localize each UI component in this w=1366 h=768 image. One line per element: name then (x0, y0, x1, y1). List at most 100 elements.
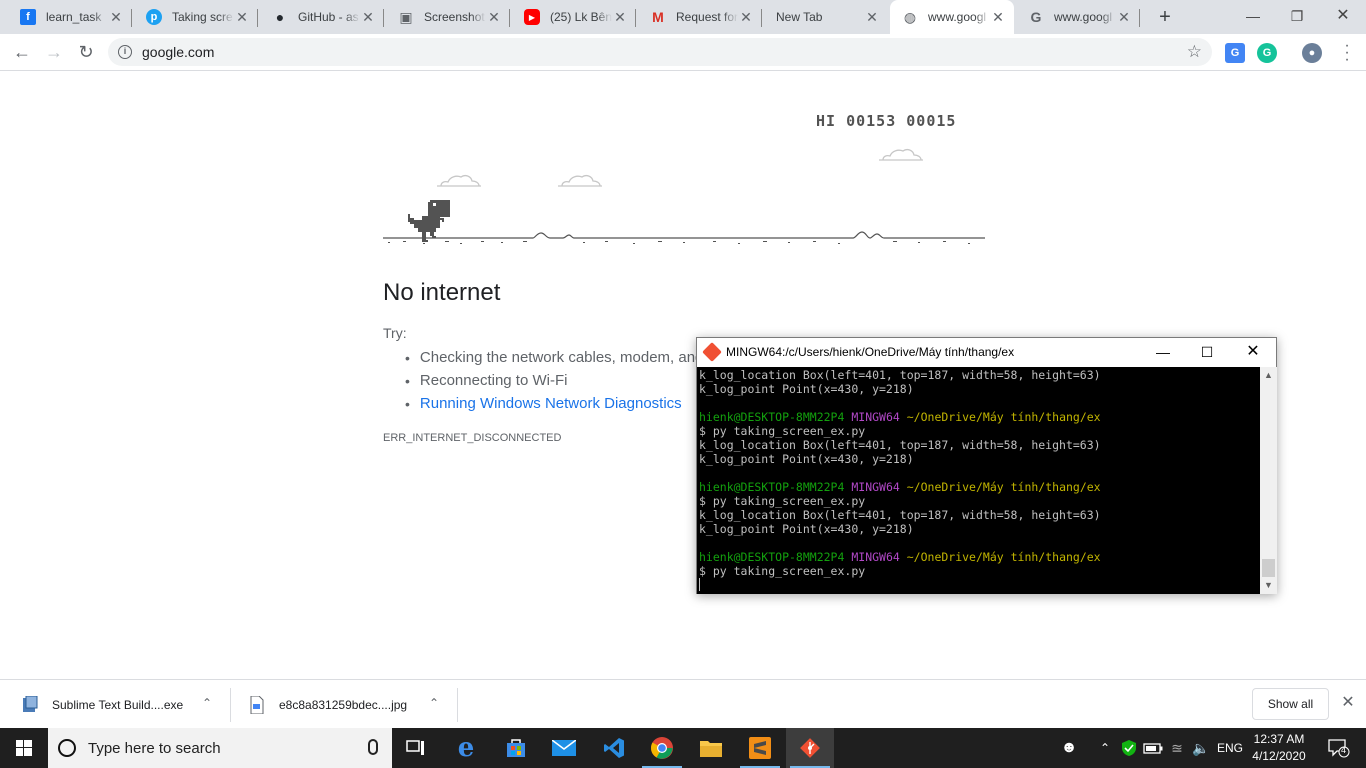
tab-divider (257, 9, 258, 27)
system-clock[interactable]: 12:37 AM 4/12/2020 (1248, 731, 1310, 765)
task-view-icon[interactable] (392, 728, 440, 768)
terminal-cursor (699, 578, 700, 591)
address-bar[interactable]: i google.com ☆ (108, 38, 1212, 66)
scrollbar-thumb[interactable] (1262, 559, 1275, 577)
search-icon (58, 739, 76, 757)
language-indicator[interactable]: ENG (1214, 728, 1246, 768)
vscode-icon[interactable] (590, 728, 638, 768)
prompt-user: hienk@DESKTOP-8MM22P4 (699, 550, 845, 564)
bookmark-star-icon[interactable]: ☆ (1187, 42, 1202, 62)
windows-start-icon[interactable] (0, 728, 48, 768)
profile-avatar[interactable]: ● (1302, 43, 1322, 63)
google-translate-icon[interactable]: G (1225, 43, 1245, 63)
divider (230, 688, 231, 722)
browser-tab[interactable]: New Tab ✕ (764, 0, 888, 34)
google-icon: G (1030, 9, 1042, 25)
notification-center-icon[interactable]: 4 (1322, 728, 1356, 768)
divider (457, 688, 458, 722)
terminal-scrollbar[interactable]: ▲ ▼ (1260, 367, 1277, 594)
terminal-line: k_log_point Point(x=430, y=218) (699, 522, 914, 536)
facebook-icon: f (20, 9, 36, 25)
grammarly-icon[interactable]: G (1257, 43, 1277, 63)
chevron-up-icon[interactable]: ⌃ (429, 696, 439, 710)
terminal-line: hienk@DESKTOP-8MM22P4 MINGW64 ~/OneDrive… (699, 550, 1258, 564)
tab-title: GitHub - as (298, 10, 359, 24)
browser-tab[interactable]: ▶ (25) Lk Bên ✕ (512, 0, 636, 34)
terminal-close-button[interactable]: ✕ (1230, 338, 1276, 366)
tab-close-icon[interactable]: ✕ (486, 9, 502, 26)
browser-tab[interactable]: Gwww.googl ✕ (1016, 0, 1140, 34)
terminal-line: k_log_point Point(x=430, y=218) (699, 452, 914, 466)
minimize-button[interactable]: — (1230, 4, 1276, 28)
battery-icon[interactable] (1142, 728, 1164, 768)
terminal-line: k_log_point Point(x=430, y=218) (699, 382, 914, 396)
tab-close-icon[interactable]: ✕ (738, 9, 754, 26)
browser-tab[interactable]: ◍ www.googl ✕ (890, 0, 1014, 34)
tab-close-icon[interactable]: ✕ (864, 9, 880, 26)
scroll-down-icon[interactable]: ▼ (1260, 577, 1277, 594)
git-bash-taskbar-icon[interactable] (786, 728, 834, 768)
gmail-icon: M (652, 9, 664, 25)
tab-title: learn_task (46, 10, 102, 24)
download-item[interactable]: e8c8a831259bdec....jpg ⌃ (249, 680, 455, 729)
security-shield-icon[interactable] (1118, 728, 1140, 768)
show-all-button[interactable]: Show all (1252, 688, 1329, 720)
back-button[interactable]: ← (8, 38, 36, 66)
file-explorer-icon[interactable] (687, 728, 735, 768)
reload-button[interactable]: ↻ (72, 38, 100, 66)
chevron-up-icon[interactable]: ⌃ (202, 696, 212, 710)
cloud-icon (879, 148, 923, 161)
tab-close-icon[interactable]: ✕ (990, 9, 1006, 26)
taskbar-search[interactable]: Type here to search (48, 728, 392, 768)
terminal-title: MINGW64:/c/Users/hienk/OneDrive/Máy tính… (726, 345, 1015, 359)
edge-icon[interactable]: e (442, 728, 490, 768)
terminal-minimize-button[interactable]: — (1140, 338, 1186, 366)
browser-tab[interactable]: p Taking scre ✕ (134, 0, 258, 34)
terminal-title-bar[interactable]: MINGW64:/c/Users/hienk/OneDrive/Máy tính… (697, 338, 1276, 366)
download-filename: Sublime Text Build....exe (52, 697, 184, 712)
tab-close-icon[interactable]: ✕ (612, 9, 628, 26)
restore-button[interactable]: ❐ (1274, 4, 1320, 28)
dinosaur-icon[interactable] (408, 200, 452, 244)
browser-menu-icon[interactable]: · · · (1342, 38, 1352, 68)
site-info-icon[interactable]: i (118, 45, 132, 59)
new-tab-button[interactable]: + (1154, 6, 1176, 28)
download-item[interactable]: Sublime Text Build....exe ⌃ (22, 680, 228, 729)
store-icon[interactable] (492, 728, 540, 768)
globe-icon: ◍ (903, 8, 917, 25)
terminal-maximize-button[interactable]: ☐ (1184, 338, 1230, 366)
address-url[interactable]: google.com (142, 44, 214, 60)
terminal-window[interactable]: MINGW64:/c/Users/hienk/OneDrive/Máy tính… (696, 337, 1277, 594)
window-close-button[interactable]: ✕ (1320, 4, 1366, 28)
installer-file-icon (23, 695, 38, 712)
image-file-icon (250, 695, 264, 714)
tab-close-icon[interactable]: ✕ (234, 9, 250, 26)
chrome-icon[interactable] (638, 728, 686, 768)
terminal-line: $ py taking_screen_ex.py (699, 494, 866, 508)
chevron-up-icon[interactable]: ⌃ (1096, 728, 1114, 768)
terminal-line: $ py taking_screen_ex.py (699, 564, 866, 578)
wifi-icon[interactable]: ≊ (1166, 728, 1188, 768)
tab-close-icon[interactable]: ✕ (360, 9, 376, 26)
tab-divider (383, 9, 384, 27)
scroll-up-icon[interactable]: ▲ (1260, 367, 1277, 384)
mail-icon[interactable] (540, 728, 588, 768)
sublime-text-icon[interactable] (736, 728, 784, 768)
game-score: HI 00153 00015 (816, 112, 956, 130)
browser-tab[interactable]: M Request for ✕ (638, 0, 762, 34)
people-icon[interactable]: ☻ (1058, 728, 1080, 768)
cloud-icon (558, 174, 602, 187)
volume-icon[interactable]: 🔈 (1190, 728, 1212, 768)
browser-tab[interactable]: ▣ Screenshot ✕ (386, 0, 510, 34)
close-icon[interactable]: ✕ (1338, 692, 1358, 712)
browser-tab[interactable]: f learn_task ✕ (8, 0, 132, 34)
tab-title: New Tab (776, 10, 823, 24)
clock-time: 12:37 AM (1253, 732, 1305, 746)
youtube-icon: ▶ (524, 9, 540, 25)
browser-tab[interactable]: ● GitHub - as ✕ (260, 0, 384, 34)
microphone-icon[interactable] (368, 739, 378, 755)
forward-button[interactable]: → (40, 38, 68, 66)
terminal-output[interactable]: k_log_location Box(left=401, top=187, wi… (697, 367, 1260, 594)
tab-close-icon[interactable]: ✕ (108, 9, 124, 26)
tab-close-icon[interactable]: ✕ (1116, 9, 1132, 26)
